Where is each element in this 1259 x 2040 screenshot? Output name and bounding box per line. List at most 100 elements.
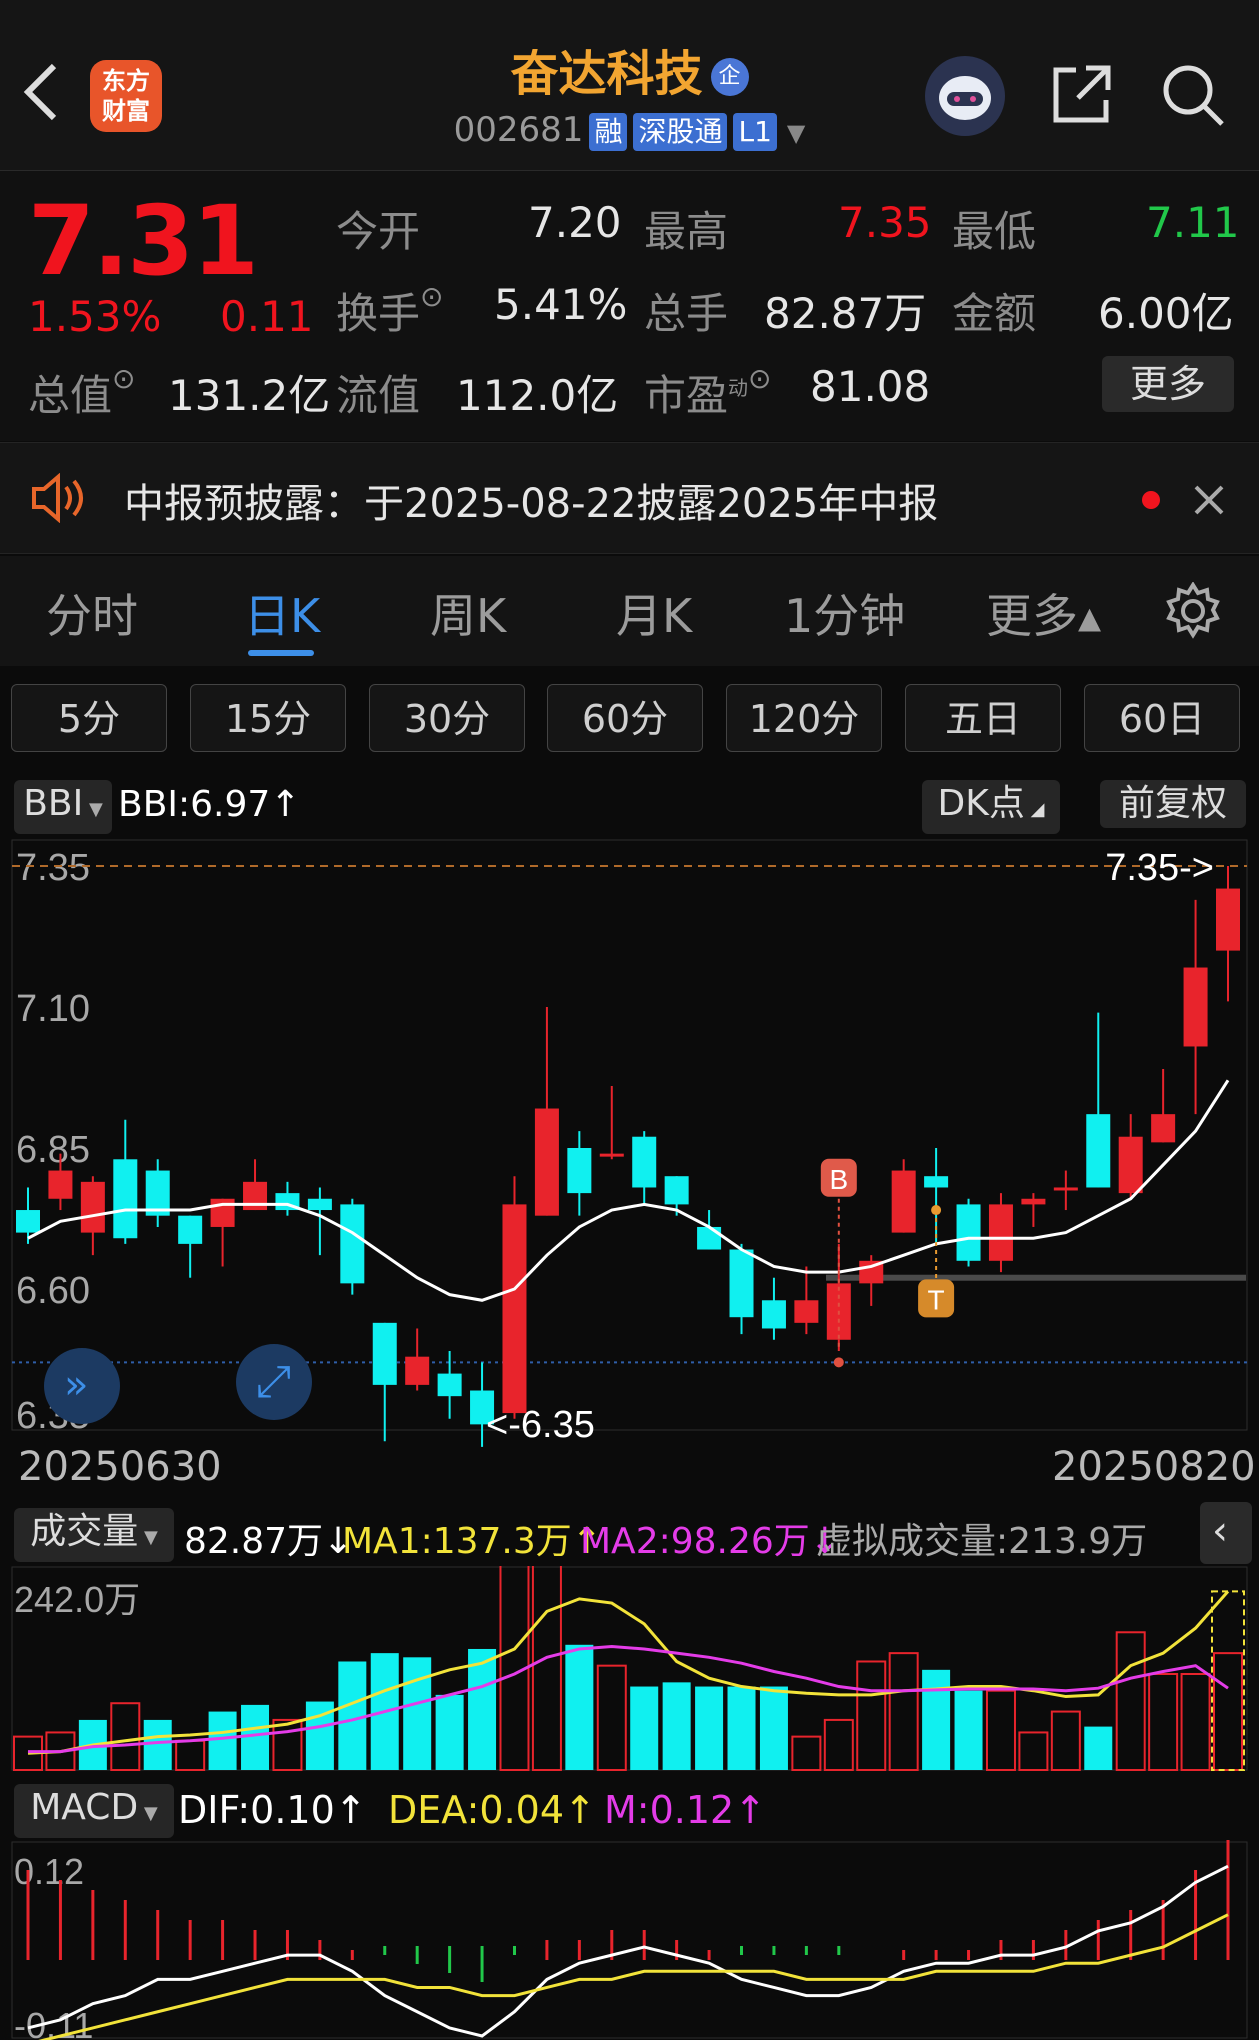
connect-tag: 深股通 (633, 113, 728, 151)
bbi-value: BBI:6.97↑ (118, 784, 301, 825)
sell-dot (931, 1205, 942, 1216)
period-15m[interactable]: 15分 (190, 684, 346, 752)
candle (1216, 888, 1240, 951)
candle (307, 1198, 332, 1211)
support-bar (826, 1274, 1246, 1281)
candle (924, 1176, 949, 1188)
volume-bar (1084, 1726, 1113, 1770)
tab-daily-k[interactable]: 日K (244, 580, 320, 646)
notice-bar[interactable]: 中报预披露：于2025-08-22披露2025年中报 (0, 442, 1259, 554)
candle (988, 1204, 1013, 1261)
volume-bar (1115, 1631, 1146, 1772)
volume-bar (1050, 1710, 1081, 1772)
candle (567, 1148, 592, 1194)
volume-bar (143, 1719, 172, 1770)
info-icon: ⊙ (112, 362, 136, 395)
tab-intraday[interactable]: 分时 (46, 580, 138, 646)
turnover-value: 5.41% (494, 280, 628, 329)
candle (632, 1136, 657, 1188)
macd-indicator-select[interactable]: MACD ▼ (14, 1784, 174, 1838)
volume-value: 82.87万 (764, 289, 927, 338)
fullscreen-button[interactable]: ⤢ (236, 1344, 312, 1420)
mcap-label[interactable]: 总值⊙ (28, 362, 135, 423)
period-60m[interactable]: 60分 (547, 684, 703, 752)
collapse-button[interactable]: ‹ (1200, 1502, 1252, 1564)
macd-chart[interactable]: 0.12-0.11 (0, 1840, 1259, 2040)
unread-dot (1142, 491, 1160, 509)
gear-icon[interactable] (1164, 582, 1222, 640)
candle (729, 1249, 754, 1318)
candle (1086, 1114, 1111, 1188)
volume-bar (175, 1739, 206, 1772)
enterprise-badge: 企 (710, 58, 749, 96)
low-value: 7.11 (1146, 198, 1240, 247)
period-30m[interactable]: 30分 (369, 684, 525, 752)
candle (1053, 1187, 1078, 1191)
volume-max-label: 242.0万 (14, 1579, 140, 1620)
expand-left-button[interactable]: » (44, 1348, 120, 1424)
top-bar: 东方 财富 奋达科技企 002681 融深股通 L1 ▼ (0, 0, 1259, 171)
volume-indicator-select[interactable]: 成交量 ▼ (14, 1508, 174, 1562)
search-icon[interactable] (1160, 62, 1226, 128)
volume-value: 82.87万↓ (184, 1521, 354, 1562)
candle (437, 1373, 462, 1397)
volume-bar (823, 1718, 854, 1772)
more-button[interactable]: 更多 (1102, 356, 1234, 412)
volume-bar (110, 1702, 141, 1772)
candle (1183, 967, 1208, 1047)
share-icon[interactable] (1050, 62, 1114, 126)
candle (113, 1159, 138, 1239)
volume-bar (791, 1735, 822, 1772)
candle (1151, 1114, 1176, 1143)
pe-label[interactable]: 市盈动⊙ (644, 362, 771, 423)
candle (405, 1356, 430, 1385)
volume-bar (954, 1690, 983, 1770)
volume-bar (695, 1686, 724, 1770)
amount-label: 金额 (952, 289, 1037, 338)
volume-bar (272, 1718, 303, 1772)
dea-line (38, 1913, 1229, 2040)
macd-frame (11, 1841, 1248, 2039)
info-icon: ⊙ (420, 280, 444, 313)
candle (178, 1215, 203, 1244)
y-tick-label: 7.10 (16, 988, 90, 1030)
mcap-value: 131.2亿 (168, 371, 331, 420)
margin-tag: 融 (589, 113, 628, 151)
period-60day[interactable]: 60日 (1084, 684, 1240, 752)
indicator-select[interactable]: BBI ▼ (14, 780, 112, 834)
volume-bar (1148, 1673, 1179, 1771)
tab-1min[interactable]: 1分钟 (784, 580, 905, 646)
tab-more[interactable]: 更多▴ (986, 580, 1101, 646)
tab-weekly-k[interactable]: 周K (430, 580, 506, 646)
macd-top-label: 0.12 (14, 1851, 84, 1892)
open-value: 7.20 (528, 198, 622, 247)
adjust-button[interactable]: 前复权 (1100, 780, 1246, 828)
dk-point-button[interactable]: DK点 ◢ (922, 780, 1060, 834)
period-5m[interactable]: 5分 (11, 684, 167, 752)
volume-chart[interactable]: 242.0万 (0, 1566, 1259, 1776)
robot-avatar-icon[interactable] (925, 56, 1005, 136)
kline-chart[interactable]: 7.357.106.856.606.357.35-><-6.35BT (0, 836, 1259, 1456)
candle (1118, 1136, 1143, 1194)
turnover-label[interactable]: 换手⊙ (336, 280, 443, 341)
close-icon[interactable] (1192, 483, 1226, 517)
volume-bar (403, 1657, 432, 1770)
period-120m[interactable]: 120分 (726, 684, 882, 752)
macd-m: M:0.12↑ (604, 1788, 767, 1832)
active-tab-indicator (248, 650, 314, 656)
period-5day[interactable]: 五日 (905, 684, 1061, 752)
volume-bar (985, 1689, 1016, 1771)
y-tick-label: 7.35 (16, 847, 90, 889)
candle (16, 1210, 40, 1233)
volume-bar (1018, 1731, 1049, 1772)
tab-monthly-k[interactable]: 月K (616, 580, 692, 646)
volume-bar (565, 1644, 594, 1770)
volume-bar (922, 1669, 951, 1770)
sell-marker-label: T (928, 1284, 945, 1315)
volume-bar (759, 1686, 788, 1770)
candle (1021, 1198, 1046, 1205)
buy-marker-label: B (829, 1164, 848, 1195)
volume-bar (435, 1694, 464, 1770)
low-marker: <-6.35 (486, 1404, 595, 1446)
y-tick-label: 6.60 (16, 1270, 90, 1312)
